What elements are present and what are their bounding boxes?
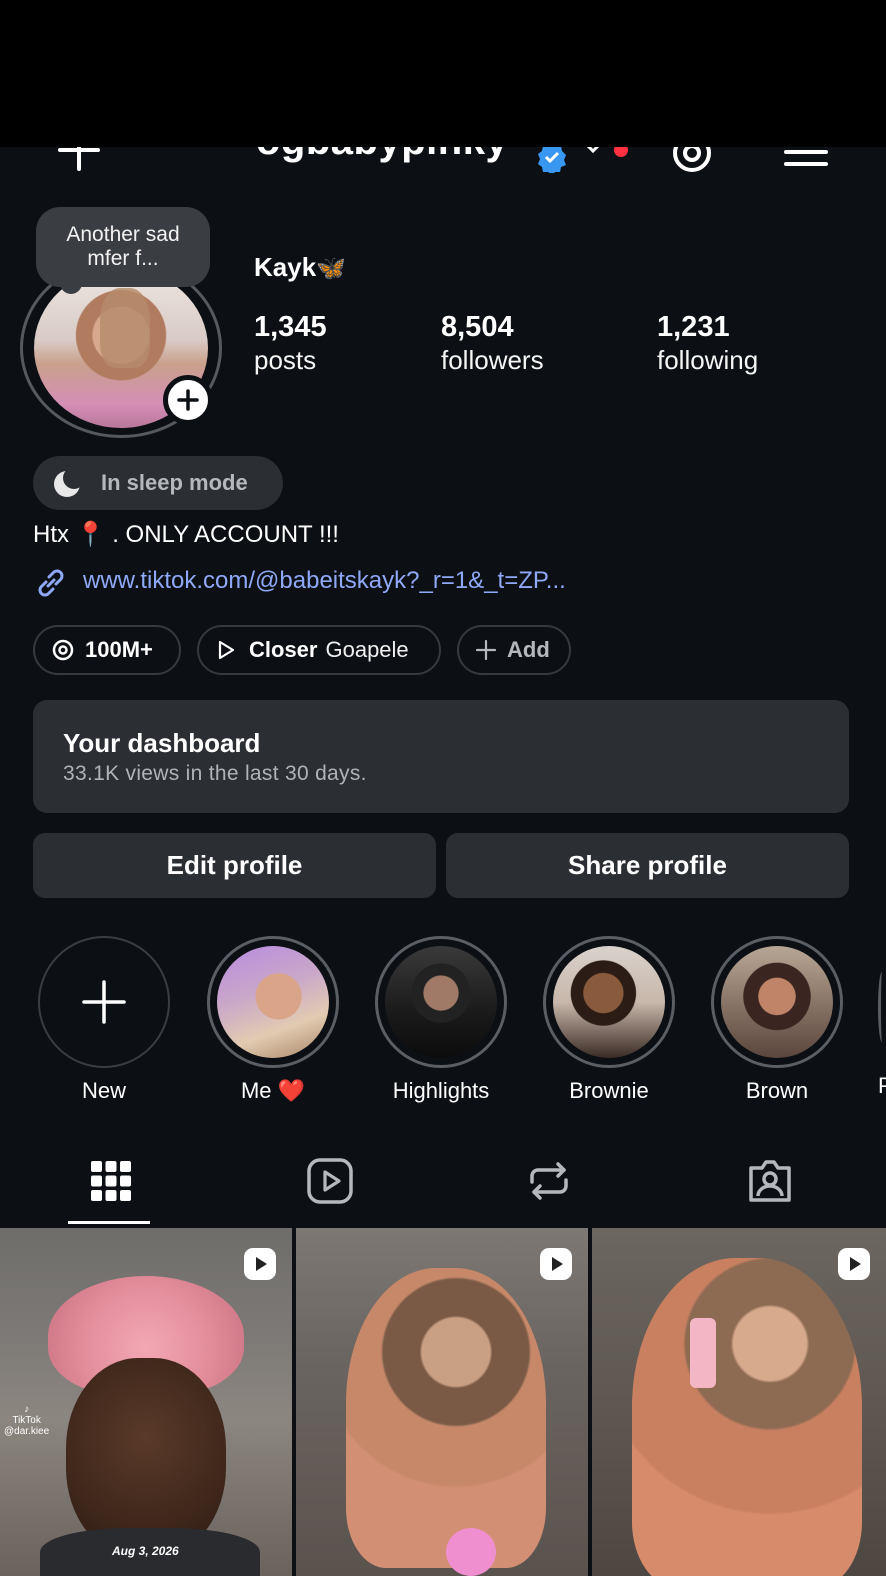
share-profile-button[interactable]: Share profile: [446, 833, 849, 898]
reels-icon[interactable]: [305, 1156, 355, 1206]
plus-icon: [177, 389, 199, 411]
reel-icon: [244, 1248, 276, 1280]
highlight-brown[interactable]: Brown: [711, 936, 843, 1104]
highlight-new[interactable]: New: [38, 936, 170, 1104]
reel-icon: [838, 1248, 870, 1280]
professional-dashboard[interactable]: Your dashboard 33.1K views in the last 3…: [33, 700, 849, 813]
highlight-cover: [385, 946, 497, 1058]
highlight-ring-partial: [878, 972, 886, 1042]
reel-icon: [540, 1248, 572, 1280]
play-icon: [218, 640, 235, 660]
username-title[interactable]: ogbabypinky: [256, 147, 508, 164]
person: [632, 1258, 862, 1576]
highlight-highlights[interactable]: Highlights: [375, 936, 507, 1104]
status-bar-area: [0, 0, 886, 147]
highlight-brownie[interactable]: Brownie: [543, 936, 675, 1104]
threads-icon: [52, 639, 74, 661]
notification-dot: [614, 147, 628, 157]
stat-posts[interactable]: 1,345 posts: [254, 310, 327, 376]
post-thumbnail[interactable]: ♪ TikTok @dar.kiee Aug 3, 2026: [0, 1228, 292, 1576]
profile-music-pill[interactable]: Closer Goapele: [197, 625, 441, 675]
link-icon: [38, 569, 64, 597]
butterfly-emoji: 🦋: [316, 255, 347, 282]
moon-icon: [54, 468, 83, 497]
reposts-icon[interactable]: [524, 1156, 574, 1206]
threads-pill[interactable]: 100M+: [33, 625, 181, 675]
bio-text: Htx 📍 . ONLY ACCOUNT !!!: [33, 521, 339, 548]
post-thumbnail[interactable]: [296, 1228, 588, 1576]
plus-icon: [82, 980, 126, 1024]
highlight-cover: [721, 946, 833, 1058]
profile-tabs: [0, 1150, 886, 1228]
add-story-button[interactable]: [163, 375, 213, 425]
phone: [690, 1318, 716, 1388]
add-pill-button[interactable]: Add: [457, 625, 571, 675]
display-name: Kayk🦋: [254, 252, 347, 282]
stat-following[interactable]: 1,231 following: [657, 310, 758, 376]
sleep-mode-status[interactable]: In sleep mode: [33, 456, 283, 510]
active-tab-indicator: [68, 1221, 150, 1224]
profile-header: ogbabypinky: [0, 147, 886, 177]
grid-icon[interactable]: [86, 1156, 136, 1206]
tagged-icon[interactable]: [745, 1156, 795, 1206]
highlight-me[interactable]: Me ❤️: [207, 936, 339, 1104]
stat-followers[interactable]: 8,504 followers: [441, 310, 544, 376]
note-bubble[interactable]: Another sad mfer f...: [36, 207, 210, 287]
verified-badge-icon: [538, 147, 566, 173]
tiktok-watermark: ♪ TikTok @dar.kiee: [4, 1404, 50, 1437]
person: [346, 1268, 546, 1568]
plus-icon: [475, 639, 497, 661]
note-text: Another sad mfer f...: [66, 223, 180, 270]
chevron-down-icon[interactable]: [584, 147, 602, 155]
highlight-partial[interactable]: P: [878, 1073, 886, 1099]
edit-profile-button[interactable]: Edit profile: [33, 833, 436, 898]
post-thumbnail[interactable]: [592, 1228, 886, 1576]
post-date: Aug 3, 2026: [112, 1544, 179, 1558]
highlight-cover: [217, 946, 329, 1058]
posts-grid: ♪ TikTok @dar.kiee Aug 3, 2026: [0, 1228, 886, 1576]
plus-icon[interactable]: [56, 147, 102, 173]
menu-icon[interactable]: [784, 147, 828, 167]
threads-icon[interactable]: [670, 147, 714, 175]
highlight-cover: [553, 946, 665, 1058]
